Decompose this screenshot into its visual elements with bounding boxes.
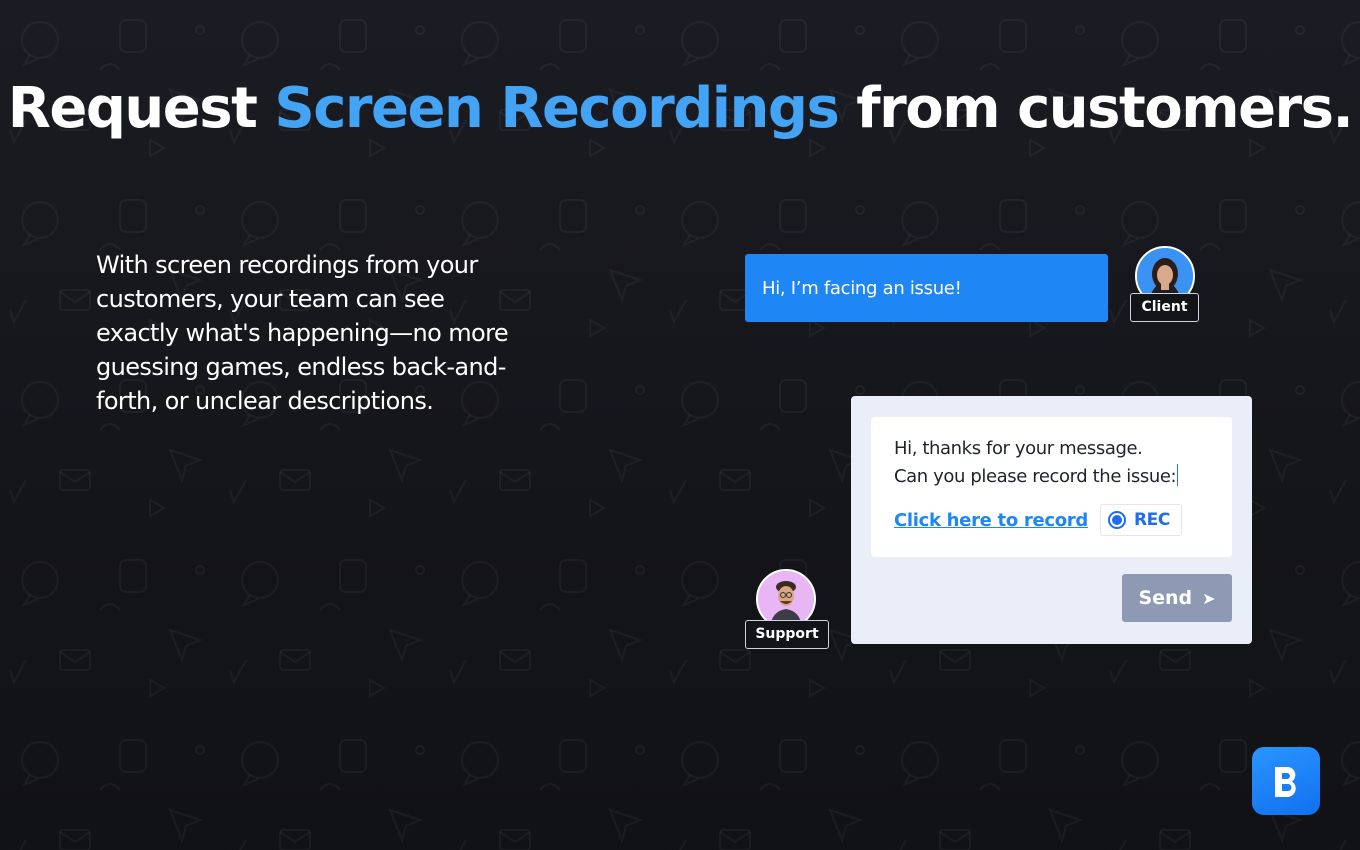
record-row: Click here to record REC [894,504,1182,536]
B-logo-icon [1275,767,1296,797]
record-icon [1107,511,1126,529]
record-link[interactable]: Click here to record [894,510,1088,531]
headline-highlight: Screen Recordings [274,76,839,141]
reply-panel: Hi, thanks for your message. Can you ple… [851,396,1252,644]
brand-logo [1252,747,1320,815]
reply-line-2: Can you please record the issue: [894,463,1209,491]
rec-button[interactable]: REC [1099,504,1182,536]
headline-part1: Request [7,76,275,141]
text-cursor [1177,464,1179,486]
client-tag: Client [1130,293,1199,322]
intro-text: With screen recordings from your custome… [96,251,509,415]
reply-line-2-text: Can you please record the issue: [894,466,1177,487]
support-tag: Support [745,620,829,649]
client-message-bubble: Hi, I’m facing an issue! [745,254,1108,322]
client-message-text: Hi, I’m facing an issue! [762,277,962,299]
headline: Request Screen Recordings from customers… [0,76,1360,141]
reply-line-1: Hi, thanks for your message. [894,438,1143,459]
rec-label: REC [1133,510,1170,530]
reply-input[interactable]: Hi, thanks for your message. Can you ple… [871,417,1232,557]
send-button[interactable]: Send ➤ [1122,574,1232,622]
send-label: Send [1138,587,1193,609]
headline-part2: from customers. [838,76,1354,141]
send-icon: ➤ [1202,588,1216,608]
